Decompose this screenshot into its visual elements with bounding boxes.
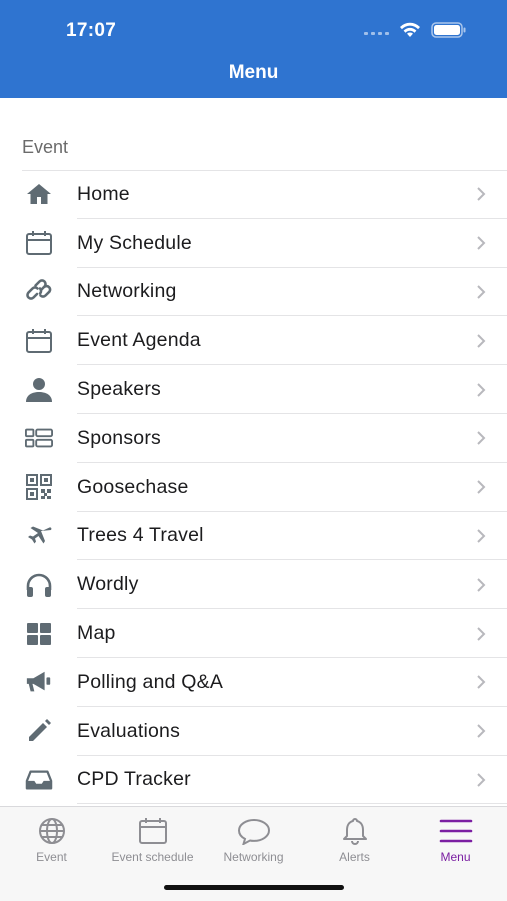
tab-label: Alerts	[339, 850, 370, 864]
chevron-right-icon	[477, 187, 486, 202]
megaphone-icon	[25, 668, 53, 696]
airplane-icon	[25, 522, 53, 550]
nav-header: 17:07 Menu	[0, 0, 507, 98]
cellular-signal-icon	[364, 31, 389, 35]
menu-item-speakers[interactable]: Speakers	[0, 365, 507, 414]
menu-item-polling-qa[interactable]: Polling and Q&A	[0, 658, 507, 707]
globe-icon	[1, 817, 102, 845]
grid-icon	[25, 620, 53, 648]
menu-item-home[interactable]: Home	[0, 170, 507, 219]
menu-item-evaluations[interactable]: Evaluations	[0, 707, 507, 756]
list-icon	[25, 424, 53, 452]
tab-label: Event schedule	[111, 850, 194, 864]
wifi-icon	[399, 22, 421, 38]
calendar-icon	[25, 327, 53, 355]
home-icon	[25, 180, 53, 208]
chevron-right-icon	[477, 626, 486, 641]
menu-item-label: CPD Tracker	[77, 768, 191, 791]
menu-item-label: Evaluations	[77, 719, 181, 742]
calendar-icon	[25, 229, 53, 257]
tab-event[interactable]: Event	[1, 817, 102, 864]
menu-item-label: Wordly	[77, 573, 139, 596]
chevron-right-icon	[477, 773, 486, 787]
tab-event-schedule[interactable]: Event schedule	[102, 817, 203, 864]
qr-code-icon	[25, 473, 53, 501]
chevron-right-icon	[477, 675, 486, 690]
chevron-right-icon	[477, 382, 486, 397]
link-icon	[25, 278, 53, 306]
menu-item-goosechase[interactable]: Goosechase	[0, 463, 507, 512]
menu-item-label: Home	[77, 182, 130, 205]
menu-item-label: Speakers	[77, 378, 161, 401]
person-icon	[25, 376, 53, 404]
chevron-right-icon	[477, 285, 486, 299]
chevron-right-icon	[477, 578, 486, 592]
menu-item-label: My Schedule	[77, 231, 192, 254]
status-indicators	[364, 22, 467, 38]
menu-item-label: Sponsors	[77, 426, 161, 449]
menu-item-label: Trees 4 Travel	[77, 524, 204, 547]
tab-label: Networking	[223, 850, 284, 864]
home-indicator[interactable]	[164, 885, 344, 890]
tab-menu[interactable]: Menu	[405, 817, 506, 864]
tab-alerts[interactable]: Alerts	[304, 817, 405, 864]
hamburger-menu-icon	[405, 817, 506, 845]
menu-item-cpd-tracker[interactable]: CPD Tracker	[0, 756, 507, 805]
tab-label: Menu	[440, 850, 471, 864]
menu-item-my-schedule[interactable]: My Schedule	[0, 219, 507, 268]
tab-label: Event	[36, 850, 67, 864]
chevron-right-icon	[477, 431, 486, 446]
bell-icon	[304, 817, 405, 845]
battery-icon	[431, 22, 467, 38]
menu-item-label: Networking	[77, 280, 177, 303]
menu-item-wordly[interactable]: Wordly	[0, 560, 507, 610]
chevron-right-icon	[477, 236, 486, 250]
menu-list: Home My Schedule Networking Event Agenda…	[0, 170, 507, 805]
menu-item-label: Event Agenda	[77, 329, 201, 352]
chevron-right-icon	[477, 480, 486, 494]
status-time: 17:07	[66, 20, 117, 41]
menu-item-networking[interactable]: Networking	[0, 268, 507, 317]
page-title: Menu	[228, 62, 279, 83]
menu-item-sponsors[interactable]: Sponsors	[0, 414, 507, 463]
inbox-tray-icon	[25, 766, 53, 794]
chevron-right-icon	[477, 334, 486, 348]
menu-item-label: Map	[77, 622, 116, 645]
menu-item-label: Polling and Q&A	[77, 670, 224, 693]
menu-item-map[interactable]: Map	[0, 609, 507, 658]
menu-item-trees-4-travel[interactable]: Trees 4 Travel	[0, 512, 507, 561]
menu-item-event-agenda[interactable]: Event Agenda	[0, 316, 507, 366]
chat-bubble-icon	[203, 817, 304, 845]
chevron-right-icon	[477, 529, 486, 543]
section-title: Event	[22, 137, 69, 157]
pencil-icon	[25, 717, 53, 745]
tab-networking[interactable]: Networking	[203, 817, 304, 864]
headphones-icon	[25, 571, 53, 599]
chevron-right-icon	[477, 724, 486, 738]
calendar-icon	[102, 817, 203, 845]
menu-item-label: Goosechase	[77, 475, 189, 498]
